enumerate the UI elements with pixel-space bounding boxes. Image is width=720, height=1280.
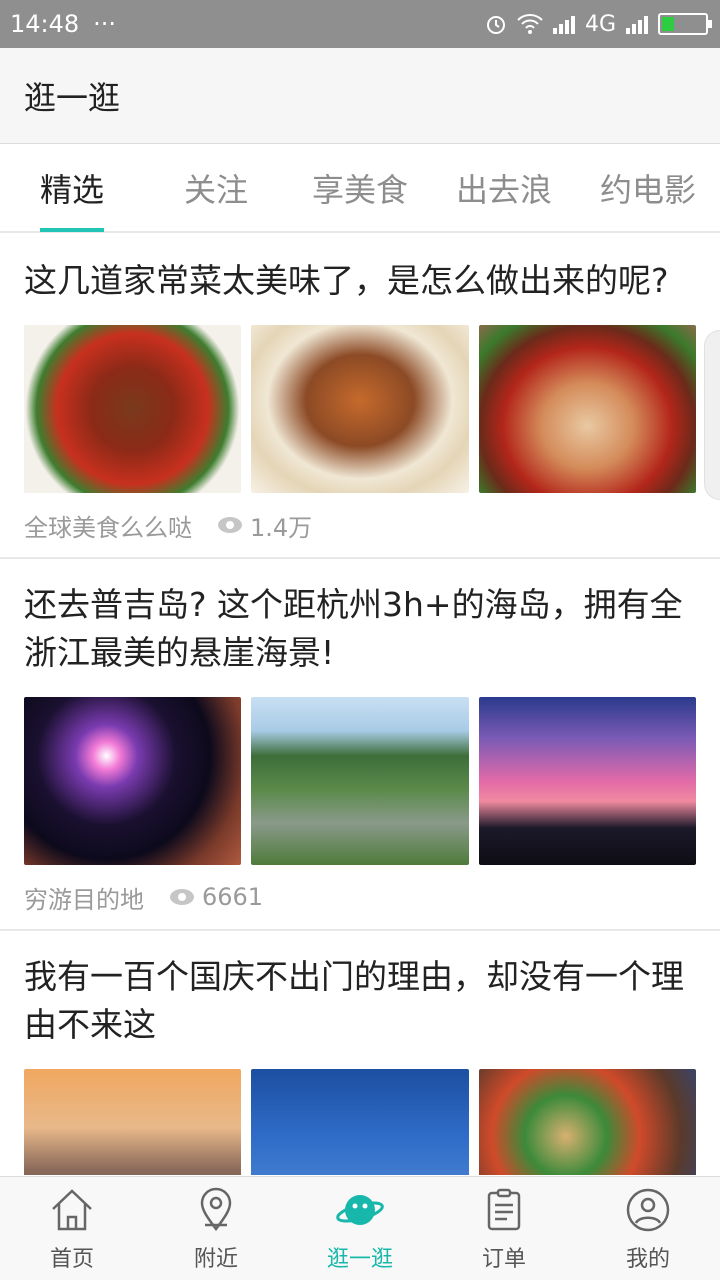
clipboard-icon [487,1188,521,1230]
view-count: 6661 [202,883,264,911]
cell-signal-2-icon [626,14,648,34]
feed-list[interactable]: 这几道家常菜太美味了，是怎么做出来的呢? 全球美食么么哒 1.4万 还去普吉岛?… [0,235,720,1175]
nav-home[interactable]: 首页 [0,1177,144,1280]
alarm-icon [486,16,505,34]
status-bar: 14:48 ··· 4G [0,0,720,48]
dish-stew-image[interactable] [251,325,469,493]
location-pin-icon [200,1187,232,1231]
card-images [24,325,696,493]
card-author[interactable]: 全球美食么么哒 [24,508,192,543]
card-title[interactable]: 我有一百个国庆不出门的理由，却没有一个理由不来这 [24,953,696,1049]
food-table-image[interactable] [478,1069,696,1175]
dish-stirfry-image[interactable] [24,325,242,493]
tab-travel[interactable]: 出去浪 [432,145,576,231]
battery-icon [658,13,712,35]
sunset-cliff-image[interactable] [478,697,696,865]
card-images [24,1069,696,1175]
home-icon [52,1188,92,1230]
card-meta: 穷游目的地 6661 [24,865,696,929]
coastal-park-image[interactable] [251,697,469,865]
planet-icon [336,1194,384,1225]
feed-card[interactable]: 我有一百个国庆不出门的理由，却没有一个理由不来这 [0,931,720,1175]
tab-movies[interactable]: 约电影 [576,145,720,231]
nav-label: 我的 [625,1246,670,1272]
tab-featured[interactable]: 精选 [0,145,144,232]
tab-food[interactable]: 享美食 [288,145,432,231]
nav-nearby[interactable]: 附近 [144,1177,288,1280]
card-images [24,697,696,865]
card-title[interactable]: 还去普吉岛? 这个距杭州3h+的海岛，拥有全浙江最美的悬崖海景! [24,581,696,677]
nav-label: 逛一逛 [326,1246,393,1272]
eye-icon [170,889,194,905]
dish-chicken-image[interactable] [478,325,696,493]
eye-icon [218,517,242,533]
side-drawer-handle[interactable] [704,330,720,500]
card-meta: 全球美食么么哒 1.4万 [24,493,696,557]
nav-explore[interactable]: 逛一逛 [288,1177,432,1280]
tab-following[interactable]: 关注 [144,145,288,231]
nav-orders[interactable]: 订单 [432,1177,576,1280]
feed-card[interactable]: 还去普吉岛? 这个距杭州3h+的海岛，拥有全浙江最美的悬崖海景! 穷游目的地 6… [0,559,720,931]
feed-card[interactable]: 这几道家常菜太美味了，是怎么做出来的呢? 全球美食么么哒 1.4万 [0,235,720,559]
card-title[interactable]: 这几道家常菜太美味了，是怎么做出来的呢? [24,257,696,305]
network-type: 4G [584,11,616,37]
nav-label: 附近 [193,1246,238,1272]
page-title: 逛一逛 [24,78,121,117]
nav-label: 订单 [481,1246,526,1272]
bottom-navigation: 首页 附近 逛一逛 订单 我的 [0,1176,720,1280]
nav-label: 首页 [49,1246,94,1272]
user-icon [626,1188,670,1231]
category-tabs: 精选 关注 享美食 出去浪 约电影 [0,145,720,233]
status-time: 14:48 [10,10,80,38]
wifi-icon [517,14,543,34]
cell-signal-icon [552,14,575,34]
more-dots-icon: ··· [93,10,117,38]
fireworks-image[interactable] [24,697,242,865]
blue-sky-image[interactable] [251,1069,469,1175]
nav-profile[interactable]: 我的 [576,1177,720,1280]
page-header: 逛一逛 [0,48,720,144]
city-skyline-image[interactable] [24,1069,242,1175]
view-count: 1.4万 [250,513,313,542]
card-author[interactable]: 穷游目的地 [24,880,144,915]
